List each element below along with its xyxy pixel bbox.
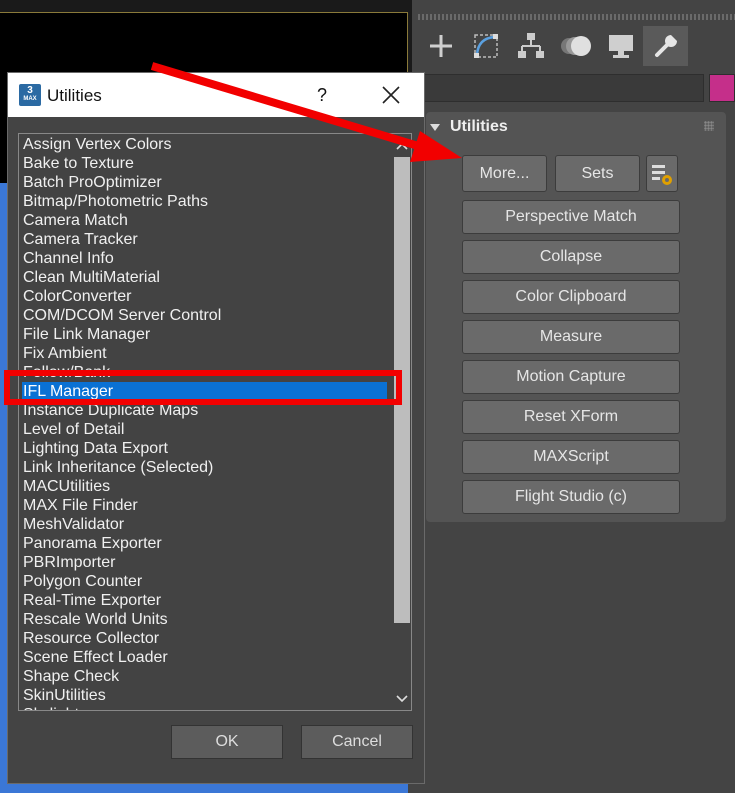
list-item[interactable]: Fix Ambient xyxy=(22,344,387,363)
utility-button[interactable]: Motion Capture xyxy=(462,360,680,394)
close-button[interactable] xyxy=(375,82,407,108)
list-item[interactable]: COM/DCOM Server Control xyxy=(22,306,387,325)
ok-button[interactable]: OK xyxy=(171,725,283,759)
utility-button[interactable]: Reset XForm xyxy=(462,400,680,434)
tab-hierarchy[interactable] xyxy=(508,26,553,66)
list-item[interactable]: Bitmap/Photometric Paths xyxy=(22,192,387,211)
utilities-rollout-header[interactable]: Utilities xyxy=(430,118,508,136)
scroll-up-button[interactable] xyxy=(394,137,410,155)
sets-button[interactable]: Sets xyxy=(555,155,640,192)
configure-sets-icon xyxy=(652,164,672,185)
3ds-max-icon: 3 MAX xyxy=(19,84,41,106)
list-item[interactable]: Assign Vertex Colors xyxy=(22,135,387,154)
list-item[interactable]: Link Inheritance (Selected) xyxy=(22,458,387,477)
list-item[interactable]: Panorama Exporter xyxy=(22,534,387,553)
list-item[interactable]: Lighting Data Export xyxy=(22,439,387,458)
object-name-field[interactable] xyxy=(418,74,704,102)
list-item[interactable]: PBRImporter xyxy=(22,553,387,572)
utility-button[interactable]: Perspective Match xyxy=(462,200,680,234)
dialog-titlebar[interactable]: 3 MAX Utilities ? xyxy=(8,73,424,117)
dialog-title: Utilities xyxy=(47,86,102,105)
chevron-up-icon xyxy=(396,142,408,150)
tab-motion[interactable] xyxy=(553,26,598,66)
list-item[interactable]: MeshValidator xyxy=(22,515,387,534)
tab-modify[interactable] xyxy=(463,26,508,66)
tab-create[interactable] xyxy=(418,26,463,66)
highlight-box xyxy=(4,370,402,405)
help-button[interactable]: ? xyxy=(308,82,336,108)
list-item[interactable]: Channel Info xyxy=(22,249,387,268)
list-item[interactable]: Shape Check xyxy=(22,667,387,686)
list-item[interactable]: Scene Effect Loader xyxy=(22,648,387,667)
modify-curve-icon xyxy=(473,34,498,58)
tab-display[interactable] xyxy=(598,26,643,66)
collapse-triangle-icon xyxy=(430,123,440,131)
object-color-swatch[interactable] xyxy=(709,74,735,102)
utility-button[interactable]: Collapse xyxy=(462,240,680,274)
vertical-scrollbar[interactable] xyxy=(392,135,411,710)
list-item[interactable]: Camera Tracker xyxy=(22,230,387,249)
create-plus-icon xyxy=(429,35,452,57)
utilities-wrench-icon xyxy=(654,35,677,57)
more-button[interactable]: More... xyxy=(462,155,547,192)
list-item[interactable]: Skylight xyxy=(22,705,387,710)
utility-button[interactable]: Measure xyxy=(462,320,680,354)
utility-button[interactable]: Color Clipboard xyxy=(462,280,680,314)
motion-icon xyxy=(560,36,591,56)
list-item[interactable]: Resource Collector xyxy=(22,629,387,648)
list-item[interactable]: Level of Detail xyxy=(22,420,387,439)
utilities-dialog: 3 MAX Utilities ? Assign Vertex Colors Bak… xyxy=(7,72,425,784)
list-item[interactable]: Camera Match xyxy=(22,211,387,230)
utilities-list[interactable]: Assign Vertex Colors Bake to Texture Batch… xyxy=(18,133,412,711)
chevron-down-icon xyxy=(396,695,408,703)
list-item[interactable]: Clean MultiMaterial xyxy=(22,268,387,287)
list-item[interactable]: Batch ProOptimizer xyxy=(22,173,387,192)
cancel-button[interactable]: Cancel xyxy=(301,725,413,759)
list-item[interactable]: File Link Manager xyxy=(22,325,387,344)
panel-grip[interactable] xyxy=(418,14,735,20)
list-item[interactable]: Rescale World Units xyxy=(22,610,387,629)
list-item[interactable]: MACUtilities xyxy=(22,477,387,496)
list-item[interactable]: Real-Time Exporter xyxy=(22,591,387,610)
rollout-grip-icon[interactable] xyxy=(704,121,714,131)
command-panel-tabs xyxy=(418,26,735,66)
hierarchy-icon xyxy=(517,33,544,58)
scroll-down-button[interactable] xyxy=(394,690,410,708)
list-item[interactable]: Bake to Texture xyxy=(22,154,387,173)
utility-button[interactable]: MAXScript xyxy=(462,440,680,474)
rollout-title: Utilities xyxy=(450,118,508,135)
close-icon xyxy=(382,86,400,104)
utility-button[interactable]: Flight Studio (c) xyxy=(462,480,680,514)
list-item[interactable]: Polygon Counter xyxy=(22,572,387,591)
display-monitor-icon xyxy=(608,35,633,58)
list-item[interactable]: MAX File Finder xyxy=(22,496,387,515)
list-item[interactable]: SkinUtilities xyxy=(22,686,387,705)
list-item[interactable]: ColorConverter xyxy=(22,287,387,306)
configure-sets-button[interactable] xyxy=(646,155,678,192)
tab-utilities[interactable] xyxy=(643,26,688,66)
